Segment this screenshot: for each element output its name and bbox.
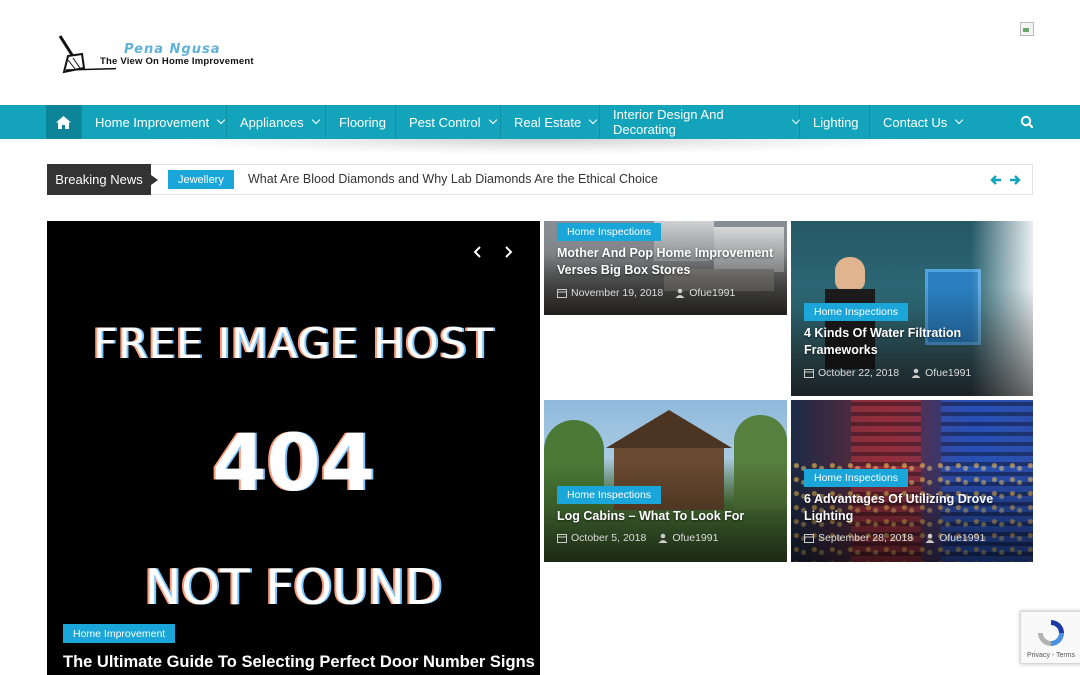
post-title-link[interactable]: 6 Advantages Of Utilizing Drove Lighting bbox=[804, 491, 1004, 525]
calendar-icon bbox=[804, 369, 814, 378]
nav-item-real-estate[interactable]: Real Estate bbox=[500, 105, 599, 139]
nav-item-appliances[interactable]: Appliances bbox=[226, 105, 325, 139]
post-date: November 19, 2018 bbox=[571, 287, 664, 299]
featured-post[interactable]: FREE IMAGE HOST 404 NOT FOUND Home Impro… bbox=[47, 221, 540, 675]
arrow-left-icon bbox=[990, 175, 1001, 185]
post-category-badge[interactable]: Home Inspections bbox=[804, 469, 909, 487]
arrow-right-icon bbox=[1010, 175, 1021, 185]
nav-item-contact-us[interactable]: Contact Us bbox=[869, 105, 969, 139]
image-text-line: 404 bbox=[212, 419, 375, 509]
broken-image-icon bbox=[1020, 22, 1034, 36]
search-button[interactable] bbox=[1018, 113, 1036, 131]
nav-item-pest-control[interactable]: Pest Control bbox=[395, 105, 500, 139]
post-card[interactable]: Home Inspections 4 Kinds Of Water Filtra… bbox=[791, 221, 1033, 396]
ticker-next-button[interactable] bbox=[1009, 173, 1021, 187]
image-text-line: FREE IMAGE HOST bbox=[93, 319, 494, 368]
nav-item-flooring[interactable]: Flooring bbox=[325, 105, 395, 139]
post-meta: October 5, 2018 Ofue1991 bbox=[557, 532, 718, 544]
post-author[interactable]: Ofue1991 bbox=[689, 287, 735, 299]
nav-item-home-improvement[interactable]: Home Improvement bbox=[81, 105, 226, 139]
recaptcha-icon bbox=[1038, 620, 1064, 646]
post-card[interactable]: Home Inspections Log Cabins – What To Lo… bbox=[544, 400, 787, 562]
post-title-link[interactable]: 4 Kinds Of Water Filtration Frameworks bbox=[804, 325, 1024, 359]
nav-item-interior-design[interactable]: Interior Design And Decorating bbox=[599, 105, 801, 139]
post-date: October 5, 2018 bbox=[571, 532, 647, 544]
post-date: September 28, 2018 bbox=[818, 532, 914, 544]
logo-tagline: The View On Home Improvement bbox=[100, 56, 254, 67]
calendar-icon bbox=[804, 534, 814, 543]
user-icon bbox=[925, 533, 935, 543]
post-author[interactable]: Ofue1991 bbox=[925, 367, 971, 379]
nav-item-lighting[interactable]: Lighting bbox=[799, 105, 869, 139]
chevron-left-icon bbox=[473, 246, 481, 258]
chevron-down-icon bbox=[955, 115, 964, 125]
recaptcha-links[interactable]: Privacy - Terms bbox=[1027, 652, 1075, 659]
chevron-right-icon bbox=[505, 246, 513, 258]
breaking-news-label: Breaking News bbox=[47, 164, 158, 195]
post-category-badge[interactable]: Home Inspections bbox=[557, 223, 662, 241]
ticker-prev-button[interactable] bbox=[990, 173, 1002, 187]
user-icon bbox=[911, 368, 921, 378]
post-meta: November 19, 2018 Ofue1991 bbox=[557, 287, 735, 299]
image-text-line: NOT FOUND bbox=[144, 559, 443, 616]
post-card[interactable]: Home Inspections 6 Advantages Of Utilizi… bbox=[791, 400, 1033, 562]
post-date: October 22, 2018 bbox=[818, 367, 900, 379]
user-icon bbox=[658, 533, 668, 543]
post-category-badge[interactable]: Home Inspections bbox=[804, 303, 909, 321]
calendar-icon bbox=[557, 289, 567, 298]
featured-category-badge[interactable]: Home Improvement bbox=[63, 624, 176, 643]
chevron-down-icon bbox=[216, 115, 226, 125]
post-category-badge[interactable]: Home Inspections bbox=[557, 486, 662, 504]
chevron-down-icon bbox=[488, 115, 497, 125]
slider-prev-button[interactable] bbox=[468, 242, 488, 262]
nav-home-button[interactable] bbox=[46, 105, 81, 139]
slider-next-button[interactable] bbox=[498, 242, 518, 262]
chevron-down-icon bbox=[311, 115, 320, 125]
featured-title-link[interactable]: The Ultimate Guide To Selecting Perfect … bbox=[63, 652, 535, 672]
post-meta: September 28, 2018 Ofue1991 bbox=[804, 532, 985, 544]
post-author[interactable]: Ofue1991 bbox=[672, 532, 718, 544]
post-image-roof bbox=[606, 410, 732, 448]
ticker-category-badge[interactable]: Jewellery bbox=[168, 170, 234, 189]
post-title-link[interactable]: Log Cabins – What To Look For bbox=[557, 508, 779, 525]
user-icon bbox=[675, 288, 685, 298]
post-meta: October 22, 2018 Ofue1991 bbox=[804, 367, 971, 379]
post-title-link[interactable]: Mother And Pop Home Improvement Verses B… bbox=[557, 245, 779, 279]
nav-shadow bbox=[140, 139, 940, 155]
post-author[interactable]: Ofue1991 bbox=[939, 532, 985, 544]
home-icon bbox=[56, 115, 71, 129]
post-card[interactable]: Home Inspections Mother And Pop Home Imp… bbox=[544, 221, 787, 315]
ticker-headline-link[interactable]: What Are Blood Diamonds and Why Lab Diam… bbox=[248, 172, 658, 186]
chevron-down-icon bbox=[588, 115, 598, 125]
logo-name: Pena Ngusa bbox=[124, 42, 221, 57]
recaptcha-badge[interactable]: Privacy - Terms bbox=[1020, 611, 1080, 664]
calendar-icon bbox=[557, 534, 567, 543]
search-icon bbox=[1020, 115, 1034, 129]
